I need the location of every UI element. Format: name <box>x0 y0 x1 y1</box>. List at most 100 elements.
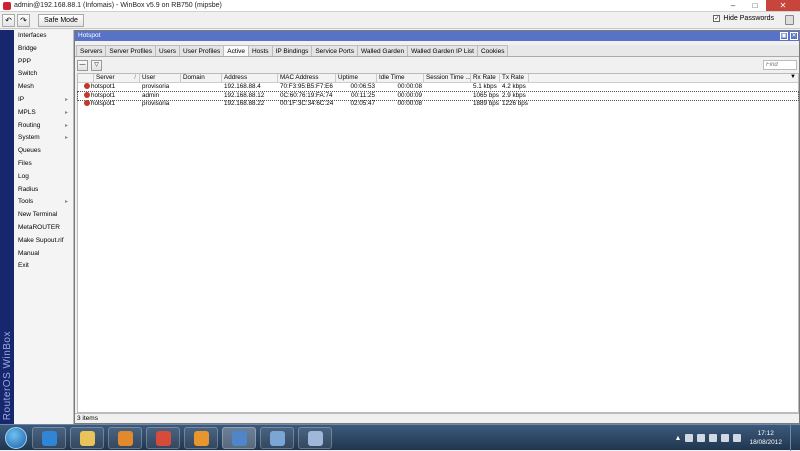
sidebar-item-routing[interactable]: Routing ▸ <box>14 120 73 133</box>
sidebar-item-new-terminal[interactable]: New Terminal <box>14 209 73 222</box>
redo-button[interactable]: ↷ <box>17 13 30 27</box>
column-header-domain[interactable]: Domain <box>181 74 222 82</box>
show-desktop-button[interactable] <box>790 425 800 451</box>
sidebar-item-ip[interactable]: IP ▸ <box>14 94 73 107</box>
power-icon[interactable] <box>709 434 718 442</box>
cell-address: 192.168.88.22 <box>222 100 278 109</box>
sidebar-item-ppp[interactable]: PPP <box>14 56 73 69</box>
taskbar-media-player-button[interactable] <box>108 427 142 449</box>
sidebar-item-tools[interactable]: Tools ▸ <box>14 196 73 209</box>
cell-address: 192.168.88.12 <box>222 92 278 101</box>
tab-active[interactable]: Active <box>223 45 249 56</box>
tab-service-ports[interactable]: Service Ports <box>311 45 358 56</box>
tab-server-profiles[interactable]: Server Profiles <box>105 45 157 56</box>
tab-ip-bindings[interactable]: IP Bindings <box>271 45 313 56</box>
sidebar-item-interfaces[interactable]: Interfaces <box>14 30 73 43</box>
cell-idle: 00:00:08 <box>377 83 424 92</box>
cell-text: 2.9 kbps <box>502 91 526 99</box>
tab-hosts[interactable]: Hosts <box>247 45 273 56</box>
sidebar-item-queues[interactable]: Queues <box>14 145 73 158</box>
sidebar-item-exit[interactable]: Exit <box>14 260 73 273</box>
cell-text: hotspot1 <box>91 100 116 107</box>
tab-walled-garden[interactable]: Walled Garden <box>356 45 409 56</box>
column-header-label: Tx Rate <box>502 74 525 81</box>
taskbar-internet-explorer-button[interactable] <box>32 427 66 449</box>
column-header-uptime[interactable]: Uptime <box>336 74 377 82</box>
cell-text: provisoria <box>142 83 170 90</box>
sidebar-item-radius[interactable]: Radius <box>14 184 73 197</box>
remove-button[interactable]: — <box>77 59 88 71</box>
cell-text: 70:F3:95:B5:F7:E6 <box>280 83 333 90</box>
sidebar-brand-strip: RouterOS WinBox <box>0 30 14 424</box>
sidebar-item-make-supout-rif[interactable]: Make Supout.rif <box>14 235 73 248</box>
cell-user: provisoria <box>140 83 181 92</box>
safe-mode-button[interactable]: Safe Mode <box>38 13 84 27</box>
sidebar-item-mesh[interactable]: Mesh <box>14 81 73 94</box>
sidebar-item-label: Switch <box>18 70 38 78</box>
sidebar-item-manual[interactable]: Manual <box>14 248 73 261</box>
taskbar-file-explorer-button[interactable] <box>70 427 104 449</box>
cell-text: 00:00:08 <box>397 83 422 90</box>
tab-user-profiles[interactable]: User Profiles <box>179 45 225 56</box>
column-header-idle-time[interactable]: Idle Time <box>377 74 424 82</box>
cell-session <box>424 100 471 109</box>
taskbar-chrome-button[interactable] <box>146 427 180 449</box>
sidebar-item-files[interactable]: Files <box>14 158 73 171</box>
hotspot-user-icon <box>84 83 90 89</box>
column-menu-icon[interactable]: ▼ <box>790 74 796 80</box>
network-tray-icon[interactable] <box>721 434 730 442</box>
column-header-user[interactable]: User <box>140 74 181 82</box>
column-header-address[interactable]: Address <box>222 74 278 82</box>
close-panel-button[interactable]: ✕ <box>790 32 798 40</box>
minimize-button[interactable]: – <box>722 0 744 11</box>
column-header-label: Server <box>96 74 115 81</box>
cell-tx: 2.9 kbps <box>500 92 529 101</box>
tab-cookies[interactable]: Cookies <box>476 45 509 56</box>
taskbar-network-button[interactable] <box>260 427 294 449</box>
filter-button[interactable]: ▽ <box>91 59 102 71</box>
cell-text: hotspot1 <box>91 83 116 90</box>
sidebar-item-label: Radius <box>18 185 39 193</box>
sidebar-item-bridge[interactable]: Bridge <box>14 43 73 56</box>
maximize-button[interactable]: □ <box>744 0 766 11</box>
taskbar-outlook-button[interactable] <box>184 427 218 449</box>
column-header-session-time[interactable]: Session Time ... <box>424 74 471 82</box>
tab-servers[interactable]: Servers <box>76 45 107 56</box>
table-row[interactable]: hotspot1 admin 192.168.88.12 0C:60:76:19:FA… <box>77 90 799 101</box>
undo-button[interactable]: ↶ <box>2 13 15 27</box>
sidebar-item-switch[interactable]: Switch <box>14 68 73 81</box>
volume-icon[interactable] <box>733 434 742 442</box>
column-header-rx-rate[interactable]: Rx Rate <box>471 74 500 82</box>
sidebar-item-system[interactable]: System ▸ <box>14 132 73 145</box>
cell-server: hotspot1 <box>82 100 140 109</box>
table-row[interactable]: hotspot1 provisoria 192.168.88.4 70:F3:95:B… <box>78 83 798 92</box>
sidebar-item-log[interactable]: Log <box>14 171 73 184</box>
flag-icon[interactable] <box>685 434 694 442</box>
lock-icon <box>785 15 794 25</box>
sidebar-item-metarouter[interactable]: MetaROUTER <box>14 222 73 235</box>
clock[interactable]: 17:12 18/08/2012 <box>749 429 782 447</box>
sort-indicator-icon: / <box>134 74 136 81</box>
action-center-icon[interactable] <box>697 434 706 442</box>
sidebar-item-label: Queues <box>18 147 41 155</box>
taskbar-winbox-button[interactable] <box>222 427 256 449</box>
show-hidden-icons-button[interactable]: ▲ <box>675 435 682 442</box>
taskbar-paint-button[interactable] <box>298 427 332 449</box>
tab-users[interactable]: Users <box>155 45 181 56</box>
column-header-mac-address[interactable]: MAC Address <box>278 74 336 82</box>
tab-walled-garden-ip-list[interactable]: Walled Garden IP List <box>407 45 478 56</box>
column-header-server[interactable]: Server / <box>94 74 140 82</box>
restore-panel-button[interactable]: ▣ <box>780 32 788 40</box>
hide-passwords-toggle[interactable]: ✓ Hide Passwords <box>713 15 774 22</box>
chrome-icon <box>155 430 171 446</box>
start-button[interactable] <box>5 427 27 449</box>
filter-icon: ▽ <box>94 61 99 68</box>
hide-passwords-checkbox[interactable]: ✓ <box>713 15 721 22</box>
find-input[interactable] <box>763 60 797 70</box>
column-header-label: Uptime <box>338 74 358 81</box>
sidebar-item-mpls[interactable]: MPLS ▸ <box>14 107 73 120</box>
close-button[interactable]: ✕ <box>766 0 800 11</box>
column-header-tx-rate[interactable]: Tx Rate <box>500 74 529 82</box>
main-toolbar: ↶ ↷ Safe Mode ✓ Hide Passwords <box>0 12 800 29</box>
table-row[interactable]: hotspot1 provisoria 192.168.88.22 00:1F:3C:… <box>78 100 798 109</box>
